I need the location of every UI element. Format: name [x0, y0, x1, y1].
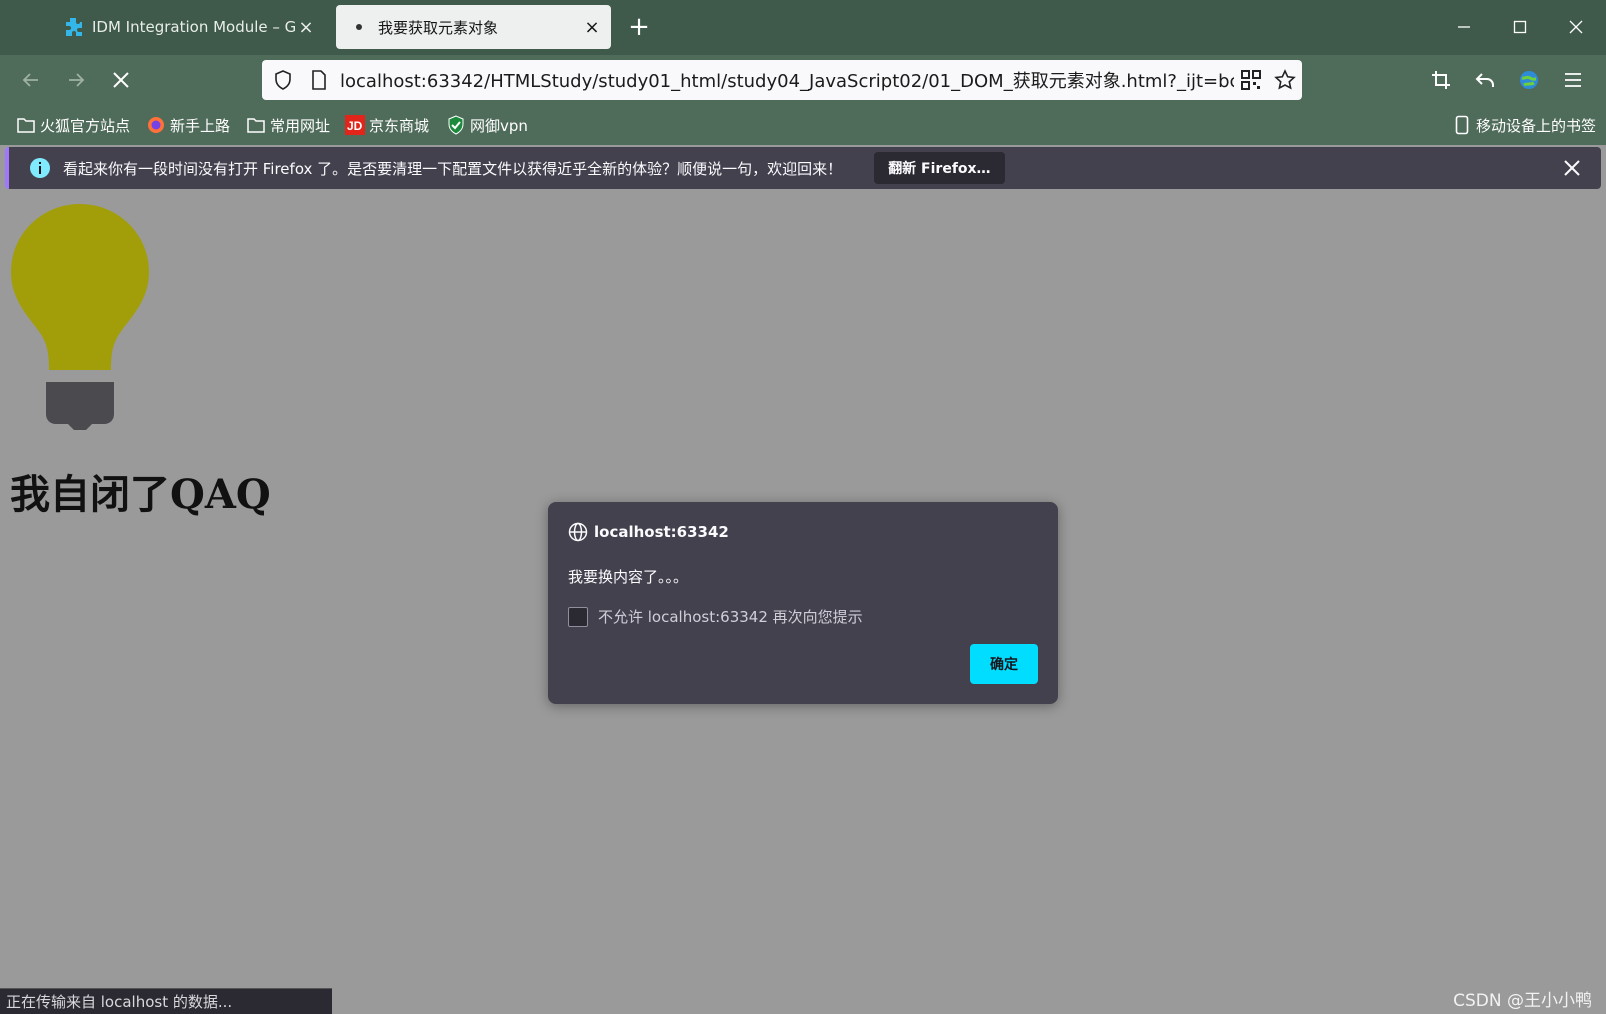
bookmark-wangyu-vpn[interactable]: 网御vpn: [446, 113, 528, 137]
bookmark-label: 火狐官方站点: [40, 116, 131, 135]
shield-check-icon: [446, 115, 466, 135]
tab-title: IDM Integration Module – Ge: [92, 18, 295, 36]
csdn-watermark: CSDN @王小小鸭: [1453, 991, 1592, 1011]
stop-loading-icon[interactable]: [104, 63, 138, 97]
bookmark-common-sites[interactable]: 常用网址: [246, 113, 330, 137]
url-text[interactable]: localhost:63342/HTMLStudy/study01_html/s…: [340, 67, 1234, 93]
firefox-refresh-notification: 看起来你有一段时间没有打开 Firefox 了。是否要清理一下配置文件以获得近乎…: [5, 147, 1601, 189]
bookmark-label: 移动设备上的书签: [1476, 116, 1597, 135]
bookmark-label: 常用网址: [270, 116, 331, 135]
alert-dialog: localhost:63342 我要换内容了。。。 不允许 localhost:…: [548, 502, 1058, 704]
close-icon[interactable]: [1559, 155, 1585, 181]
firefox-icon: [146, 115, 166, 135]
bookmark-label: 网御vpn: [470, 116, 528, 135]
status-bar: 正在传输来自 localhost 的数据...: [0, 988, 332, 1014]
bookmark-firefox-official[interactable]: 火狐官方站点: [16, 113, 130, 137]
page-heading: 我自闭了QAQ: [10, 471, 271, 518]
extension-globe-icon[interactable]: [1512, 63, 1546, 97]
loading-dot-icon: [348, 16, 370, 38]
folder-icon: [16, 115, 36, 135]
hamburger-menu-icon[interactable]: [1556, 63, 1590, 97]
bookmark-mobile-devices[interactable]: 移动设备上的书签: [1452, 113, 1596, 137]
checkbox-box[interactable]: [568, 606, 588, 627]
info-icon: [30, 158, 50, 178]
bookmarks-toolbar: 火狐官方站点 新手上路 常用网址 JD 京东商城 网御vpn 移动设备上的书签: [0, 105, 1606, 145]
bookmark-jd-mall[interactable]: JD 京东商城: [345, 113, 429, 137]
notification-message: 看起来你有一段时间没有打开 Firefox 了。是否要清理一下配置文件以获得近乎…: [63, 159, 843, 178]
idm-puzzle-icon: [62, 16, 84, 38]
mobile-device-icon: [1452, 115, 1472, 135]
tab-strip: IDM Integration Module – Ge × 我要获取元素对象 ×…: [0, 0, 1606, 55]
svg-text:JD: JD: [347, 119, 363, 133]
checkbox-label: 不允许 localhost:63342 再次向您提示: [598, 608, 863, 626]
suppress-prompts-checkbox[interactable]: 不允许 localhost:63342 再次向您提示: [568, 606, 863, 627]
bookmark-star-icon[interactable]: [1268, 63, 1302, 97]
new-tab-button[interactable]: +: [624, 12, 654, 42]
undo-arrow-icon[interactable]: [1468, 63, 1502, 97]
window-close-icon[interactable]: [1554, 8, 1598, 46]
dialog-message: 我要换内容了。。。: [568, 568, 689, 586]
tab-close-icon[interactable]: ×: [581, 16, 603, 38]
tab-idm-integration[interactable]: IDM Integration Module – Ge ×: [50, 5, 325, 49]
tracking-shield-icon[interactable]: [268, 65, 298, 95]
address-bar[interactable]: localhost:63342/HTMLStudy/study01_html/s…: [262, 60, 1302, 100]
tab-get-element-object[interactable]: 我要获取元素对象 ×: [336, 5, 611, 49]
forward-arrow-icon[interactable]: [59, 63, 93, 97]
refresh-firefox-button[interactable]: 翻新 Firefox…: [874, 152, 1005, 184]
tab-close-icon[interactable]: ×: [295, 16, 317, 38]
dialog-header: localhost:63342: [568, 522, 729, 542]
jd-logo-icon: JD: [345, 115, 365, 135]
navigation-toolbar: localhost:63342/HTMLStudy/study01_html/s…: [0, 55, 1606, 105]
tab-title: 我要获取元素对象: [378, 18, 499, 37]
bookmark-getting-started[interactable]: 新手上路: [146, 113, 230, 137]
dialog-origin: localhost:63342: [594, 523, 729, 541]
back-arrow-icon[interactable]: [14, 63, 48, 97]
screenshot-crop-icon[interactable]: [1424, 63, 1458, 97]
ok-button[interactable]: 确定: [970, 644, 1038, 684]
maximize-icon[interactable]: [1498, 8, 1542, 46]
globe-icon: [568, 522, 588, 542]
folder-icon: [246, 115, 266, 135]
bookmark-label: 新手上路: [170, 116, 231, 135]
page-info-icon[interactable]: [304, 65, 334, 95]
qr-code-icon[interactable]: [1234, 63, 1268, 97]
minimize-icon[interactable]: [1442, 8, 1486, 46]
lightbulb-image: [11, 204, 149, 430]
bookmark-label: 京东商城: [369, 116, 430, 135]
